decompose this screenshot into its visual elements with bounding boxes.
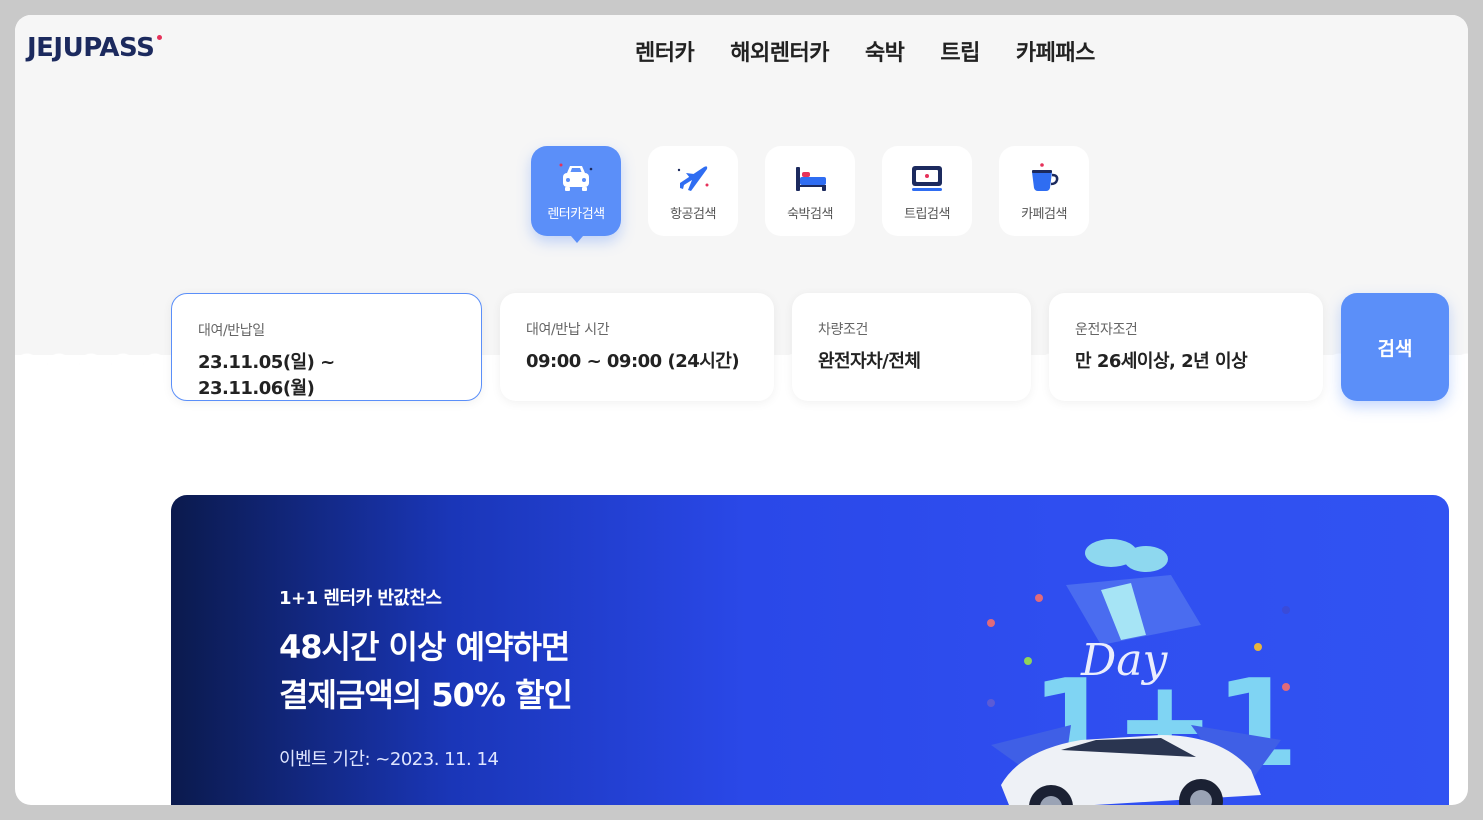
art-script: Day — [1080, 635, 1169, 686]
coffee-cup-icon — [1032, 162, 1059, 191]
nav-cafepass[interactable]: 카페패스 — [1016, 35, 1095, 67]
nav-overseas-rentcar[interactable]: 해외렌터카 — [730, 35, 829, 67]
jejupass-logo[interactable]: JEJUPASS — [27, 33, 163, 63]
driver-condition-field[interactable]: 운전자조건 만 26세이상, 2년 이상 — [1049, 293, 1323, 401]
airplane-icon — [677, 165, 709, 191]
promo-banner[interactable]: 1+1 렌터카 반값찬스 48시간 이상 예약하면 결제금액의 50% 할인 이… — [171, 495, 1449, 805]
tab-label: 항공검색 — [670, 206, 716, 222]
category-tabs: 렌터카검색 항공검색 숙박검색 트립검색 카페검색 — [531, 146, 1089, 243]
field-label: 차량조건 — [818, 322, 868, 338]
nav-lodging[interactable]: 숙박 — [865, 35, 905, 67]
main-nav: 렌터카 해외렌터카 숙박 트립 카페패스 — [635, 35, 1095, 67]
rental-dates-field[interactable]: 대여/반납일 23.11.05(일) ~ 23.11.06(월) — [171, 293, 482, 401]
tab-label: 트립검색 — [904, 206, 950, 222]
field-label: 대여/반납일 — [198, 323, 265, 339]
tab-label: 카페검색 — [1021, 206, 1067, 222]
bed-icon — [796, 166, 826, 191]
ticket-icon — [912, 165, 942, 191]
tab-label: 렌터카검색 — [547, 206, 605, 222]
tab-label: 숙박검색 — [787, 206, 833, 222]
banner-title: 48시간 이상 예약하면 결제금액의 50% 할인 — [279, 623, 573, 719]
tab-cafe-search[interactable]: 카페검색 — [999, 146, 1089, 236]
tab-trip-search[interactable]: 트립검색 — [882, 146, 972, 236]
search-button[interactable]: 검색 — [1341, 293, 1449, 401]
gift-car-illustration: 1+1 Day — [987, 539, 1299, 805]
field-value: 만 26세이상, 2년 이상 — [1075, 351, 1248, 372]
banner-title-line2: 결제금액의 50% 할인 — [279, 676, 573, 714]
vehicle-condition-field[interactable]: 차량조건 완전자차/전체 — [792, 293, 1031, 401]
rental-times-field[interactable]: 대여/반납 시간 09:00 ~ 09:00 (24시간) — [500, 293, 774, 401]
nav-rentcar[interactable]: 렌터카 — [635, 35, 695, 67]
field-label: 대여/반납 시간 — [526, 322, 610, 338]
field-label: 운전자조건 — [1075, 322, 1138, 338]
field-value: 23.11.05(일) ~ 23.11.06(월) — [198, 352, 335, 399]
tab-flight-search[interactable]: 항공검색 — [648, 146, 738, 236]
nav-trip[interactable]: 트립 — [940, 35, 980, 67]
tab-rentcar-search[interactable]: 렌터카검색 — [531, 146, 621, 243]
banner-event-period: 이벤트 기간: ~2023. 11. 14 — [279, 749, 499, 770]
logo-text: JEJUPASS — [27, 33, 155, 63]
field-value: 완전자차/전체 — [818, 351, 921, 372]
banner-subtitle: 1+1 렌터카 반값찬스 — [279, 588, 442, 609]
app-frame: JEJUPASS 렌터카 해외렌터카 숙박 트립 카페패스 렌터카검색 항공검색… — [15, 15, 1468, 805]
car-icon — [559, 163, 593, 191]
field-value: 09:00 ~ 09:00 (24시간) — [526, 351, 740, 372]
banner-title-line1: 48시간 이상 예약하면 — [279, 628, 570, 666]
tab-lodging-search[interactable]: 숙박검색 — [765, 146, 855, 236]
